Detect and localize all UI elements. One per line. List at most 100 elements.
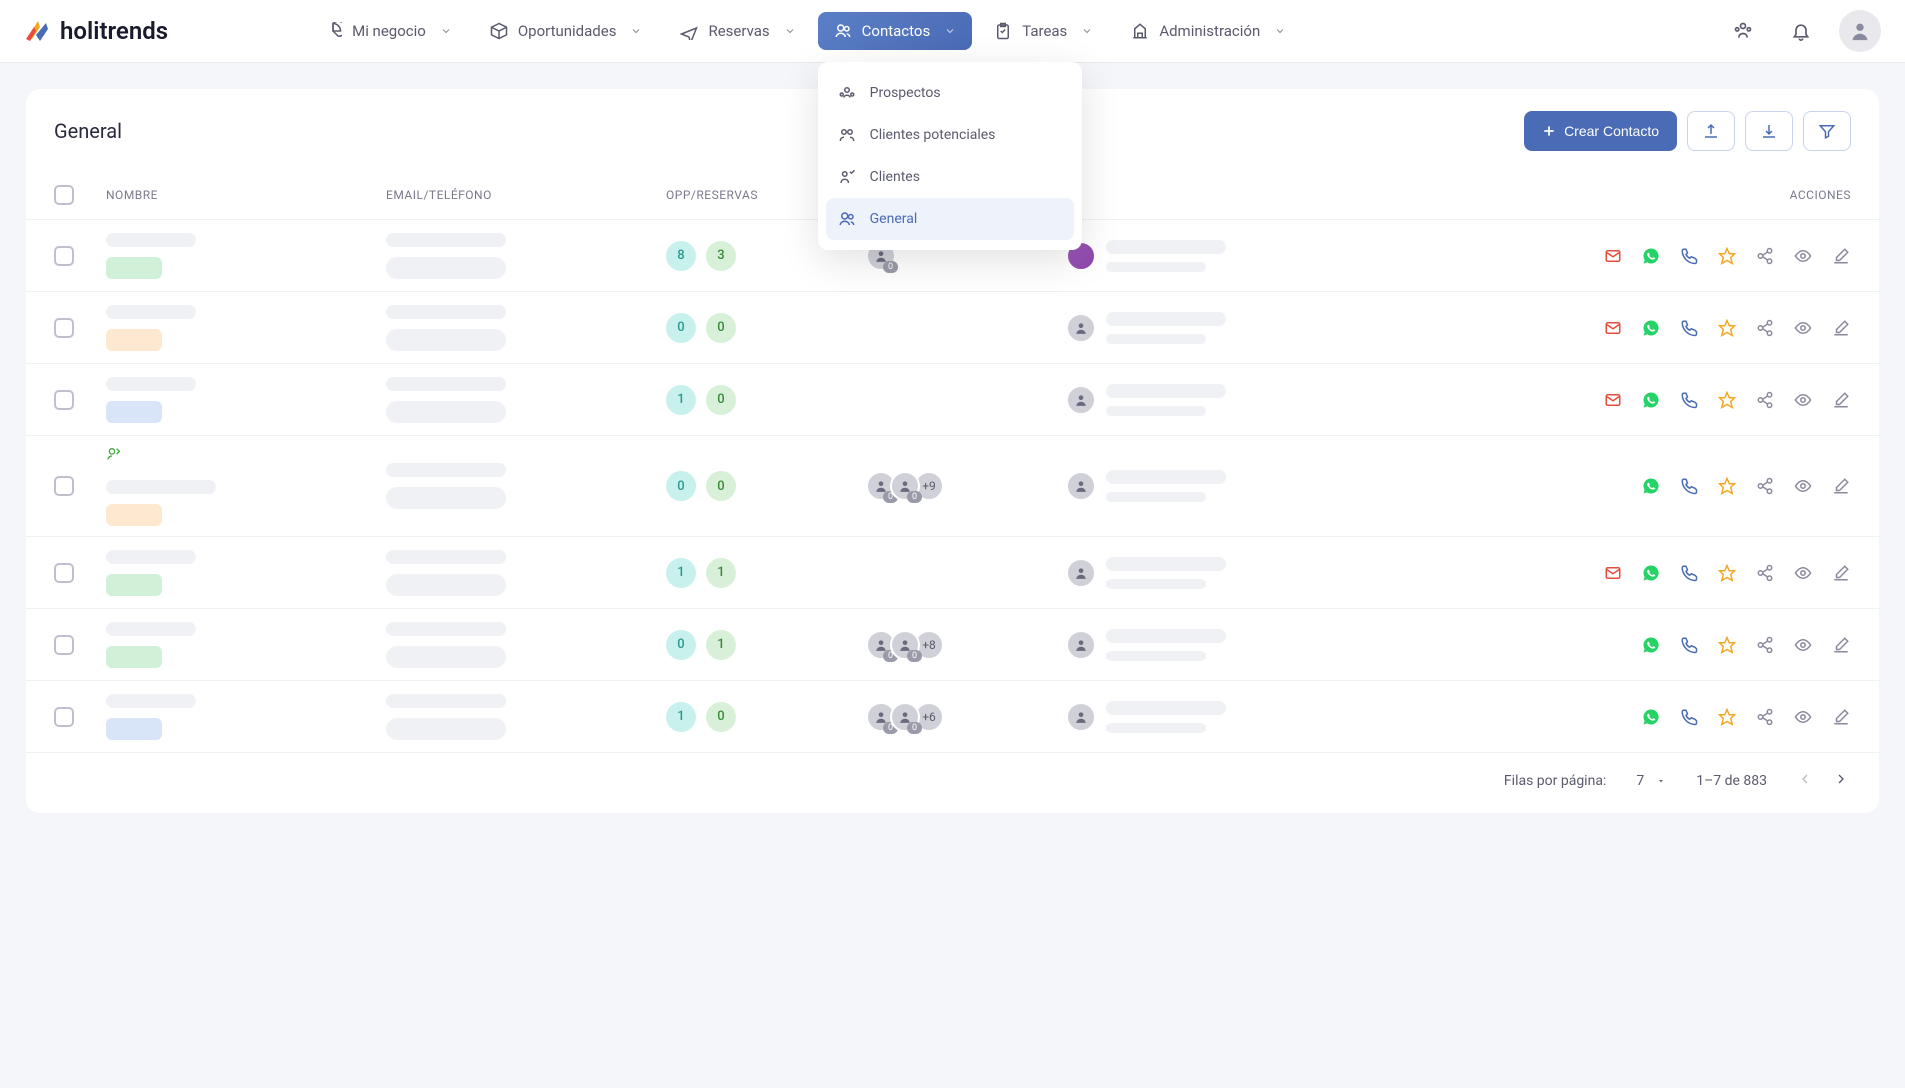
call-action[interactable] [1679, 563, 1699, 583]
row-checkbox[interactable] [54, 390, 74, 410]
res-badge[interactable]: 0 [706, 702, 736, 732]
star-action[interactable] [1717, 476, 1737, 496]
res-badge[interactable]: 3 [706, 241, 736, 271]
create-contact-button[interactable]: Crear Contacto [1524, 111, 1677, 151]
row-checkbox[interactable] [54, 707, 74, 727]
dropdown-clients[interactable]: Clientes [818, 156, 1082, 198]
download-button[interactable] [1745, 111, 1793, 151]
edit-action[interactable] [1831, 563, 1851, 583]
nav-tasks[interactable]: Tareas [978, 12, 1109, 50]
view-action[interactable] [1793, 707, 1813, 727]
assigned-avatar[interactable] [1066, 702, 1096, 732]
whatsapp-action[interactable] [1641, 707, 1661, 727]
share-action[interactable] [1755, 563, 1775, 583]
assigned-avatar[interactable] [1066, 385, 1096, 415]
assigned-avatar[interactable] [1066, 313, 1096, 343]
view-action[interactable] [1793, 635, 1813, 655]
res-badge[interactable]: 1 [706, 558, 736, 588]
nav-opportunities[interactable]: Oportunidades [474, 12, 659, 50]
whatsapp-action[interactable] [1641, 246, 1661, 266]
edit-action[interactable] [1831, 390, 1851, 410]
edit-action[interactable] [1831, 246, 1851, 266]
view-action[interactable] [1793, 390, 1813, 410]
opp-badge[interactable]: 0 [666, 471, 696, 501]
mail-action[interactable] [1603, 390, 1623, 410]
call-action[interactable] [1679, 707, 1699, 727]
star-action[interactable] [1717, 246, 1737, 266]
assigned-avatar[interactable] [1066, 471, 1096, 501]
dropdown-potential[interactable]: Clientes potenciales [818, 114, 1082, 156]
nav-bookings[interactable]: Reservas [664, 12, 811, 50]
edit-action[interactable] [1831, 318, 1851, 338]
page-size-select[interactable]: 7 [1636, 773, 1666, 789]
row-checkbox[interactable] [54, 476, 74, 496]
opp-badge[interactable]: 8 [666, 241, 696, 271]
res-badge[interactable]: 0 [706, 385, 736, 415]
assigned-avatar[interactable] [1066, 630, 1096, 660]
call-action[interactable] [1679, 246, 1699, 266]
edit-action[interactable] [1831, 635, 1851, 655]
row-checkbox[interactable] [54, 318, 74, 338]
view-action[interactable] [1793, 246, 1813, 266]
view-action[interactable] [1793, 476, 1813, 496]
edit-action[interactable] [1831, 476, 1851, 496]
mail-action[interactable] [1603, 563, 1623, 583]
star-action[interactable] [1717, 563, 1737, 583]
share-action[interactable] [1755, 246, 1775, 266]
call-action[interactable] [1679, 390, 1699, 410]
bell-icon[interactable] [1781, 11, 1821, 51]
opp-badge[interactable]: 0 [666, 630, 696, 660]
edit-action[interactable] [1831, 707, 1851, 727]
share-action[interactable] [1755, 318, 1775, 338]
share-action[interactable] [1755, 707, 1775, 727]
call-action[interactable] [1679, 476, 1699, 496]
shared-avatar[interactable]: 0 [890, 702, 920, 732]
team-icon[interactable] [1723, 11, 1763, 51]
dropdown-prospects[interactable]: Prospectos [818, 72, 1082, 114]
mail-action[interactable] [1603, 246, 1623, 266]
call-action[interactable] [1679, 635, 1699, 655]
select-all-checkbox[interactable] [54, 185, 74, 205]
share-action[interactable] [1755, 476, 1775, 496]
call-action[interactable] [1679, 318, 1699, 338]
nav-business[interactable]: Mi negocio [308, 12, 468, 50]
brand-logo[interactable]: holitrends [24, 17, 168, 45]
opp-badge[interactable]: 1 [666, 385, 696, 415]
col-actions: ACCIONES [1471, 188, 1851, 202]
star-action[interactable] [1717, 707, 1737, 727]
assigned-avatar[interactable] [1066, 558, 1096, 588]
topbar-right [1723, 10, 1881, 52]
star-action[interactable] [1717, 318, 1737, 338]
mail-action[interactable] [1603, 318, 1623, 338]
filter-button[interactable] [1803, 111, 1851, 151]
upload-button[interactable] [1687, 111, 1735, 151]
share-action[interactable] [1755, 390, 1775, 410]
view-action[interactable] [1793, 563, 1813, 583]
dropdown-general[interactable]: General [826, 198, 1074, 240]
res-badge[interactable]: 1 [706, 630, 736, 660]
res-badge[interactable]: 0 [706, 471, 736, 501]
row-checkbox[interactable] [54, 635, 74, 655]
opp-badge[interactable]: 1 [666, 558, 696, 588]
whatsapp-action[interactable] [1641, 635, 1661, 655]
opp-badge[interactable]: 1 [666, 702, 696, 732]
star-action[interactable] [1717, 390, 1737, 410]
whatsapp-action[interactable] [1641, 563, 1661, 583]
shared-avatar[interactable]: 0 [890, 471, 920, 501]
user-avatar[interactable] [1839, 10, 1881, 52]
nav-contacts[interactable]: Contactos Prospectos Clientes potenciale… [818, 12, 973, 50]
whatsapp-action[interactable] [1641, 318, 1661, 338]
shared-avatar[interactable]: 0 [890, 630, 920, 660]
view-action[interactable] [1793, 318, 1813, 338]
share-action[interactable] [1755, 635, 1775, 655]
star-action[interactable] [1717, 635, 1737, 655]
opp-badge[interactable]: 0 [666, 313, 696, 343]
row-checkbox[interactable] [54, 246, 74, 266]
row-checkbox[interactable] [54, 563, 74, 583]
whatsapp-action[interactable] [1641, 476, 1661, 496]
nav-admin[interactable]: Administración [1115, 12, 1302, 50]
prev-page[interactable] [1797, 771, 1813, 791]
res-badge[interactable]: 0 [706, 313, 736, 343]
next-page[interactable] [1833, 771, 1849, 791]
whatsapp-action[interactable] [1641, 390, 1661, 410]
